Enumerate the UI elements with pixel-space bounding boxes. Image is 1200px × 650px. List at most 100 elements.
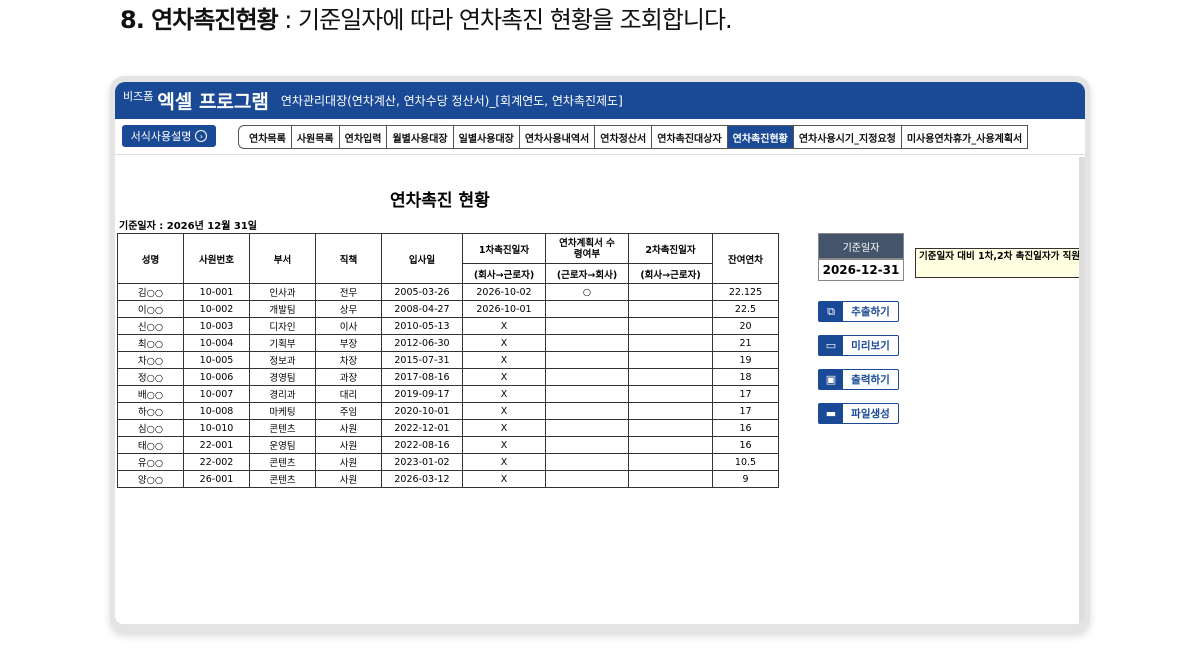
- cell-plan-received[interactable]: [545, 317, 629, 335]
- cell-remaining[interactable]: 16: [712, 436, 779, 454]
- cell-second-promotion[interactable]: [628, 436, 713, 454]
- cell-plan-received[interactable]: [545, 300, 629, 318]
- cell-emp-no[interactable]: 10-008: [183, 402, 250, 420]
- cell-second-promotion[interactable]: [628, 351, 713, 369]
- tab-9[interactable]: 연차사용시기_지정요청: [794, 126, 902, 148]
- cell-first-promotion[interactable]: X: [462, 453, 546, 471]
- cell-plan-received[interactable]: ○: [545, 283, 629, 301]
- cell-plan-received[interactable]: [545, 385, 629, 403]
- cell-name[interactable]: 신○○: [117, 317, 184, 335]
- cell-dept[interactable]: 경영팀: [249, 368, 316, 386]
- cell-name[interactable]: 김○○: [117, 283, 184, 301]
- cell-emp-no[interactable]: 26-001: [183, 470, 250, 488]
- tab-5[interactable]: 연차사용내역서: [520, 126, 596, 148]
- cell-hire-date[interactable]: 2015-07-31: [381, 351, 463, 369]
- cell-dept[interactable]: 개발팀: [249, 300, 316, 318]
- tab-8[interactable]: 연차촉진현황: [727, 126, 794, 148]
- action-button-3[interactable]: ▬ 파일생성: [818, 403, 899, 424]
- cell-remaining[interactable]: 22.5: [712, 300, 779, 318]
- cell-first-promotion[interactable]: X: [462, 385, 546, 403]
- tab-0[interactable]: 연차목록: [244, 126, 292, 148]
- cell-first-promotion[interactable]: X: [462, 317, 546, 335]
- cell-dept[interactable]: 경리과: [249, 385, 316, 403]
- cell-second-promotion[interactable]: [628, 317, 713, 335]
- cell-second-promotion[interactable]: [628, 419, 713, 437]
- cell-first-promotion[interactable]: 2026-10-02: [462, 283, 546, 301]
- cell-emp-no[interactable]: 10-004: [183, 334, 250, 352]
- cell-hire-date[interactable]: 2022-08-16: [381, 436, 463, 454]
- cell-hire-date[interactable]: 2008-04-27: [381, 300, 463, 318]
- tab-6[interactable]: 연차정산서: [595, 126, 653, 148]
- cell-dept[interactable]: 디자인: [249, 317, 316, 335]
- cell-first-promotion[interactable]: X: [462, 351, 546, 369]
- cell-hire-date[interactable]: 2017-08-16: [381, 368, 463, 386]
- cell-name[interactable]: 이○○: [117, 300, 184, 318]
- cell-name[interactable]: 차○○: [117, 351, 184, 369]
- tab-3[interactable]: 월별사용대장: [387, 126, 454, 148]
- cell-name[interactable]: 최○○: [117, 334, 184, 352]
- cell-emp-no[interactable]: 10-005: [183, 351, 250, 369]
- cell-position[interactable]: 사원: [315, 453, 382, 471]
- tab-1[interactable]: 사원목록: [292, 126, 340, 148]
- cell-first-promotion[interactable]: X: [462, 470, 546, 488]
- cell-emp-no[interactable]: 10-001: [183, 283, 250, 301]
- cell-hire-date[interactable]: 2020-10-01: [381, 402, 463, 420]
- cell-dept[interactable]: 콘텐츠: [249, 453, 316, 471]
- guide-button[interactable]: 서식사용설명 ›: [122, 125, 216, 147]
- cell-emp-no[interactable]: 10-002: [183, 300, 250, 318]
- cell-plan-received[interactable]: [545, 419, 629, 437]
- cell-position[interactable]: 부장: [315, 334, 382, 352]
- tab-2[interactable]: 연차입력: [340, 126, 388, 148]
- cell-remaining[interactable]: 18: [712, 368, 779, 386]
- cell-emp-no[interactable]: 22-001: [183, 436, 250, 454]
- cell-hire-date[interactable]: 2023-01-02: [381, 453, 463, 471]
- cell-first-promotion[interactable]: X: [462, 436, 546, 454]
- cell-emp-no[interactable]: 10-003: [183, 317, 250, 335]
- cell-first-promotion[interactable]: X: [462, 419, 546, 437]
- cell-dept[interactable]: 마케팅: [249, 402, 316, 420]
- cell-dept[interactable]: 정보과: [249, 351, 316, 369]
- cell-remaining[interactable]: 9: [712, 470, 779, 488]
- cell-hire-date[interactable]: 2026-03-12: [381, 470, 463, 488]
- cell-first-promotion[interactable]: 2026-10-01: [462, 300, 546, 318]
- cell-remaining[interactable]: 22.125: [712, 283, 779, 301]
- cell-hire-date[interactable]: 2022-12-01: [381, 419, 463, 437]
- cell-name[interactable]: 정○○: [117, 368, 184, 386]
- cell-second-promotion[interactable]: [628, 453, 713, 471]
- cell-first-promotion[interactable]: X: [462, 334, 546, 352]
- cell-second-promotion[interactable]: [628, 334, 713, 352]
- cell-name[interactable]: 심○○: [117, 419, 184, 437]
- cell-plan-received[interactable]: [545, 368, 629, 386]
- cell-name[interactable]: 양○○: [117, 470, 184, 488]
- cell-remaining[interactable]: 16: [712, 419, 779, 437]
- cell-position[interactable]: 과장: [315, 368, 382, 386]
- tab-7[interactable]: 연차촉진대상자: [652, 126, 728, 148]
- cell-remaining[interactable]: 20: [712, 317, 779, 335]
- cell-position[interactable]: 대리: [315, 385, 382, 403]
- cell-name[interactable]: 하○○: [117, 402, 184, 420]
- cell-second-promotion[interactable]: [628, 283, 713, 301]
- cell-first-promotion[interactable]: X: [462, 368, 546, 386]
- cell-remaining[interactable]: 17: [712, 385, 779, 403]
- cell-remaining[interactable]: 21: [712, 334, 779, 352]
- cell-emp-no[interactable]: 10-006: [183, 368, 250, 386]
- cell-remaining[interactable]: 10.5: [712, 453, 779, 471]
- vertical-scrollbar[interactable]: [1079, 157, 1085, 624]
- cell-second-promotion[interactable]: [628, 402, 713, 420]
- cell-position[interactable]: 사원: [315, 436, 382, 454]
- cell-name[interactable]: 배○○: [117, 385, 184, 403]
- action-button-0[interactable]: ⧉ 추출하기: [818, 301, 899, 322]
- cell-emp-no[interactable]: 10-010: [183, 419, 250, 437]
- action-button-2[interactable]: ▣ 출력하기: [818, 369, 899, 390]
- cell-second-promotion[interactable]: [628, 385, 713, 403]
- cell-remaining[interactable]: 17: [712, 402, 779, 420]
- cell-plan-received[interactable]: [545, 351, 629, 369]
- cell-name[interactable]: 태○○: [117, 436, 184, 454]
- cell-second-promotion[interactable]: [628, 368, 713, 386]
- cell-dept[interactable]: 운영팀: [249, 436, 316, 454]
- cell-plan-received[interactable]: [545, 470, 629, 488]
- cell-position[interactable]: 전무: [315, 283, 382, 301]
- cell-remaining[interactable]: 19: [712, 351, 779, 369]
- cell-position[interactable]: 사원: [315, 419, 382, 437]
- cell-dept[interactable]: 콘텐츠: [249, 470, 316, 488]
